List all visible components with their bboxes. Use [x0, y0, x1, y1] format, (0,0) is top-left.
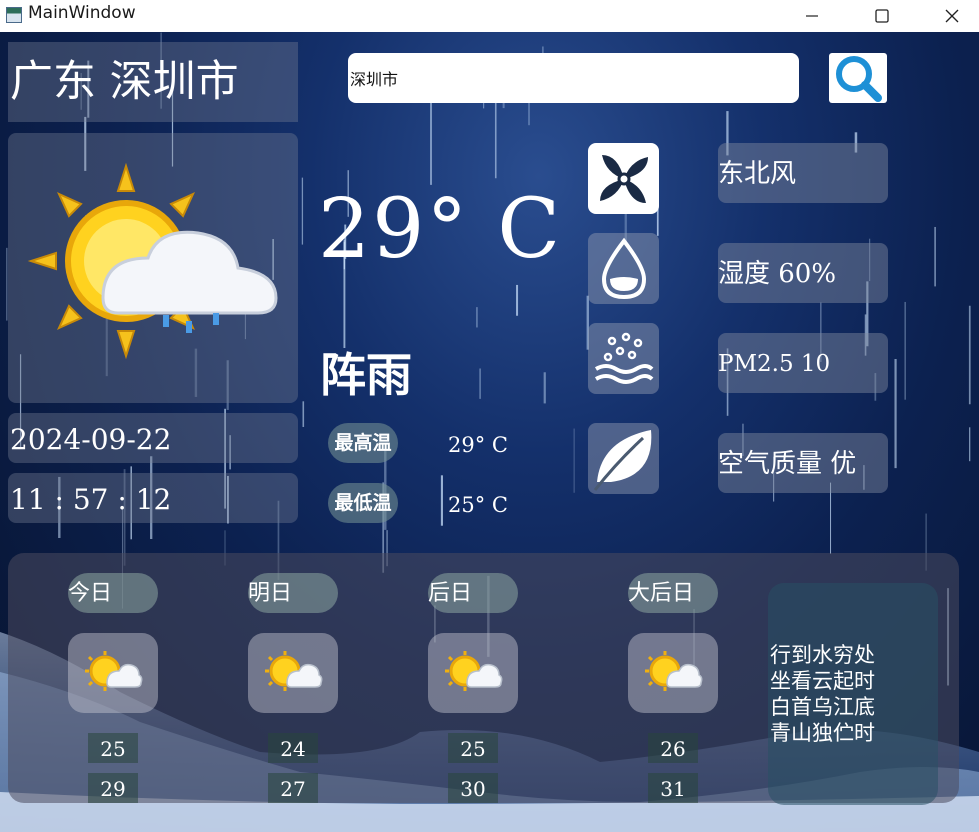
- minimize-button[interactable]: [789, 0, 835, 32]
- leaf-icon: [593, 429, 651, 491]
- forecast-high-temp: 31: [648, 773, 698, 803]
- search-input[interactable]: [348, 53, 799, 103]
- low-temp-label: 最低温: [328, 483, 398, 523]
- forecast-high-temp: 30: [448, 773, 498, 803]
- forecast-day-label: 大后日: [628, 573, 718, 613]
- maximize-icon: [875, 9, 889, 23]
- time-display: 11 : 57 : 12: [8, 473, 298, 523]
- close-icon: [945, 9, 959, 23]
- window-title: MainWindow: [28, 3, 136, 23]
- weather-icon-panel: [8, 133, 298, 403]
- wind-icon-box: [588, 143, 659, 214]
- sun-cloud-icon: [645, 651, 703, 691]
- poem-line: 青山独伫时: [770, 721, 875, 745]
- forecast-day-label: 今日: [68, 573, 158, 613]
- title-bar: MainWindow: [0, 0, 979, 32]
- high-temp-label: 最高温: [328, 423, 398, 463]
- humidity-value: 湿度 60%: [718, 243, 888, 303]
- city-name: 广东 深圳市: [8, 42, 298, 122]
- humidity-icon-box: [588, 233, 659, 304]
- forecast-low-temp: 25: [448, 733, 498, 763]
- date-display: 2024-09-22: [8, 413, 298, 463]
- forecast-icon-box: [68, 633, 158, 713]
- sun-cloud-icon: [265, 651, 323, 691]
- high-temp-value: 29° C: [448, 433, 508, 457]
- maximize-button[interactable]: [859, 0, 905, 32]
- current-temperature: 29° C: [318, 182, 563, 277]
- low-temp-value: 25° C: [448, 493, 508, 517]
- forecast-day-label: 明日: [248, 573, 338, 613]
- water-drop-icon: [601, 237, 646, 299]
- forecast-low-temp: 25: [88, 733, 138, 763]
- forecast-icon-box: [248, 633, 338, 713]
- sun-cloud-icon: [445, 651, 503, 691]
- close-button[interactable]: [929, 0, 975, 32]
- wind-direction: 东北风: [718, 143, 888, 203]
- sun-cloud-rain-icon: [27, 162, 278, 360]
- app-icon: [6, 7, 22, 23]
- forecast-low-temp: 26: [648, 733, 698, 763]
- forecast-day-label: 后日: [428, 573, 518, 613]
- forecast-low-temp: 24: [268, 733, 318, 763]
- weather-condition: 阵雨: [320, 348, 412, 402]
- fan-icon: [599, 154, 648, 203]
- forecast-icon-box: [628, 633, 718, 713]
- forecast-high-temp: 27: [268, 773, 318, 803]
- sun-cloud-icon: [85, 651, 143, 691]
- air-quality-icon-box: [588, 423, 659, 494]
- main-window: 广东 深圳市 2024-09-22 11: 57: 12 深圳市 29° C…: [0, 32, 979, 832]
- search-icon: [836, 56, 882, 102]
- pm25-value: PM2.5 10: [718, 333, 888, 393]
- pm25-icon-box: [588, 323, 659, 394]
- air-quality-value: 空气质量 优: [718, 433, 888, 493]
- forecast-icon-box: [428, 633, 518, 713]
- search-button[interactable]: [829, 53, 887, 103]
- forecast-high-temp: 29: [88, 773, 138, 803]
- particles-icon: [594, 332, 653, 384]
- minimize-icon: [806, 15, 818, 17]
